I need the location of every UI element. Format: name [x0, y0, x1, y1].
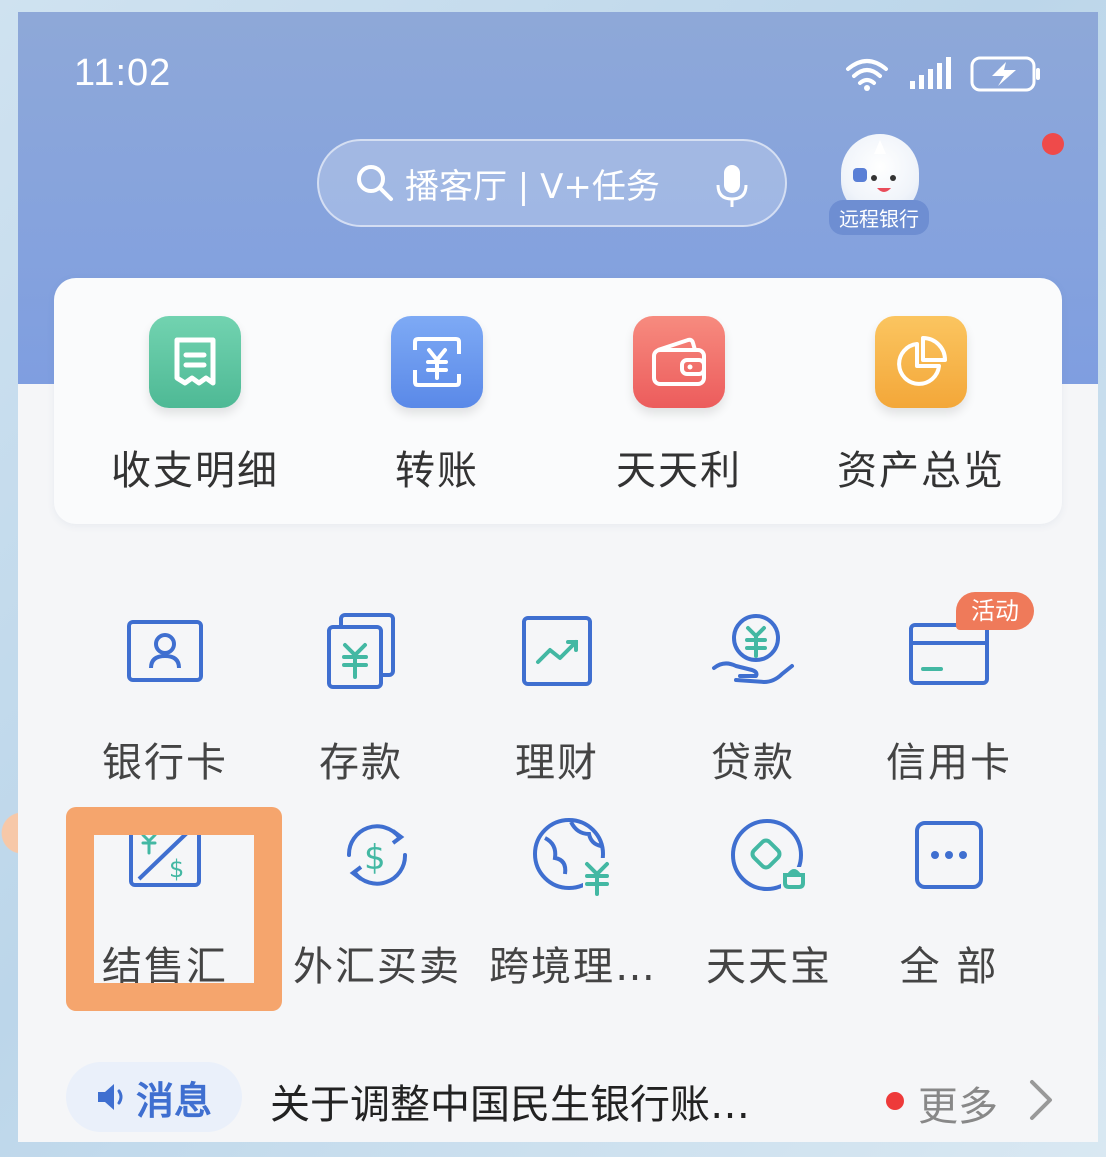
- service-bank-card[interactable]: 银行卡: [70, 608, 260, 788]
- status-icons: [844, 56, 1042, 92]
- quick-action-label: 天天利: [616, 448, 742, 494]
- remote-bank-button[interactable]: 远程银行: [829, 134, 933, 235]
- activity-badge: 活动: [956, 592, 1034, 630]
- wifi-icon: [846, 59, 888, 91]
- bank-card-icon: [122, 608, 208, 694]
- svg-text:$: $: [364, 838, 386, 878]
- service-label: 理财: [515, 740, 599, 786]
- tiantianbao-icon: [726, 812, 812, 898]
- news-tag: 消息: [66, 1062, 242, 1132]
- service-label: 外汇买卖: [293, 944, 461, 990]
- forex-icon: $: [334, 812, 420, 898]
- quick-action-transfer[interactable]: 转账: [337, 316, 537, 496]
- news-tag-label: 消息: [135, 1078, 212, 1123]
- status-time: 11:02: [74, 52, 172, 94]
- chevron-right-icon[interactable]: [1028, 1078, 1054, 1122]
- microphone-icon[interactable]: [715, 163, 749, 209]
- loan-icon: [710, 608, 796, 694]
- highlight-box: [66, 807, 282, 1011]
- unread-dot: [886, 1092, 904, 1110]
- search-placeholder: 播客厅 | V+任务: [405, 166, 660, 207]
- service-label: 跨境理…: [489, 944, 657, 990]
- notification-dot: [1042, 133, 1064, 155]
- news-bar[interactable]: 消息 关于调整中国民生银行账… 更多: [18, 1052, 1098, 1142]
- speaker-icon: [97, 1084, 123, 1110]
- service-label: 全 部: [899, 944, 999, 990]
- quick-action-tiantianli[interactable]: 天天利: [579, 316, 779, 496]
- service-label: 银行卡: [102, 740, 228, 786]
- service-forex[interactable]: $ 外汇买卖: [282, 812, 472, 992]
- service-tiantianbao[interactable]: 天天宝: [674, 812, 864, 992]
- service-credit-card[interactable]: 信用卡: [854, 608, 1044, 788]
- quick-action-asset-overview[interactable]: 资产总览: [821, 316, 1021, 496]
- search-bar[interactable]: 播客厅 | V+任务: [317, 139, 787, 227]
- service-loan[interactable]: 贷款: [658, 608, 848, 788]
- quick-action-label: 收支明细: [111, 448, 279, 494]
- transfer-yuan-icon: [391, 316, 483, 408]
- service-all[interactable]: 全 部: [854, 812, 1044, 992]
- remote-bank-label: 远程银行: [829, 200, 929, 235]
- signal-icon: [910, 57, 951, 89]
- quick-action-label: 资产总览: [837, 448, 1005, 494]
- service-label: 信用卡: [886, 740, 1012, 786]
- news-more-link[interactable]: 更多: [918, 1074, 998, 1132]
- service-cross-border-wealth[interactable]: 跨境理…: [478, 812, 668, 992]
- wallet-icon: [633, 316, 725, 408]
- wealth-chart-icon: [514, 608, 600, 694]
- receipt-icon: [149, 316, 241, 408]
- quick-action-label: 转账: [395, 448, 479, 494]
- more-icon: [906, 812, 992, 898]
- service-label: 存款: [319, 740, 403, 786]
- quick-action-transaction-details[interactable]: 收支明细: [95, 316, 295, 496]
- battery-charging-icon: [970, 56, 1040, 92]
- globe-yuan-icon: [530, 812, 616, 898]
- service-label: 贷款: [711, 740, 795, 786]
- search-icon: [357, 165, 393, 201]
- quick-actions-card: 收支明细 转账 天天利 资产总览: [54, 278, 1062, 524]
- deposit-icon: [318, 608, 404, 694]
- service-label: 天天宝: [706, 944, 832, 990]
- pie-chart-icon: [875, 316, 967, 408]
- service-deposit[interactable]: 存款: [266, 608, 456, 788]
- service-wealth[interactable]: 理财: [462, 608, 652, 788]
- news-headline[interactable]: 关于调整中国民生银行账…: [270, 1072, 750, 1130]
